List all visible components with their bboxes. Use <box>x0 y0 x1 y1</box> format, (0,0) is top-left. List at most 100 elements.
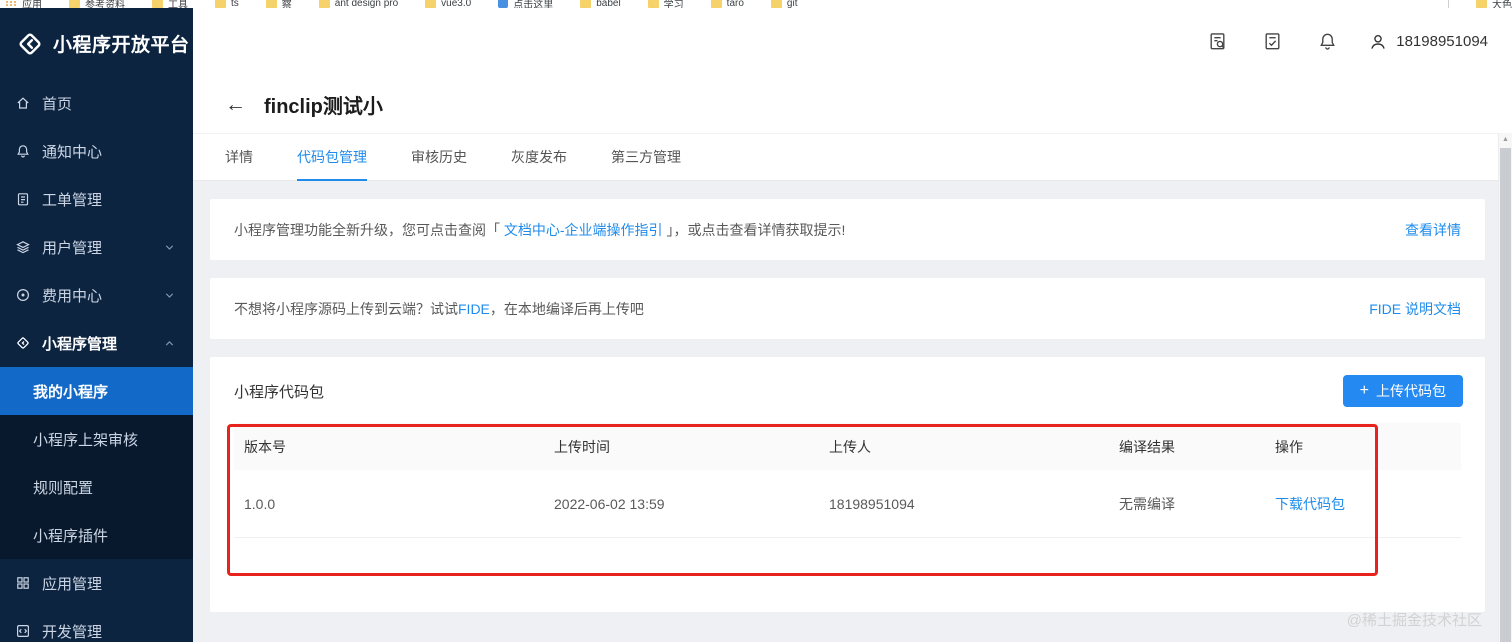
account-phone: 18198951094 <box>1396 33 1488 50</box>
bookmark-item[interactable]: git <box>770 0 797 8</box>
package-table: 版本号 上传时间 上传人 编译结果 操作 1.0.0 2022-06-02 13… <box>234 423 1461 538</box>
chevron-down-icon <box>165 292 174 298</box>
page-header: ← finclip测试小 详情 代码包管理 审核历史 灰度发布 第三方管理 <box>193 75 1512 181</box>
user-icon <box>1371 34 1386 49</box>
banner-text: 不想将小程序源码上传到云端？试试FIDE，在本地编译后再上传吧 <box>234 300 644 317</box>
bookmark-item[interactable]: 学习 <box>647 0 684 8</box>
sidebar-item-fee-center[interactable]: 费用中心 <box>0 271 193 319</box>
folder-icon <box>152 0 163 8</box>
platform-logo: 小程序开放平台 <box>0 8 193 79</box>
table-header-row: 版本号 上传时间 上传人 编译结果 操作 <box>234 423 1461 470</box>
plus-icon: + <box>1359 382 1369 399</box>
view-details-link[interactable]: 查看详情 <box>1405 220 1461 240</box>
audit-search-icon[interactable] <box>1207 31 1228 52</box>
bookmark-label: 应用 <box>22 0 42 8</box>
vertical-scrollbar[interactable]: ▲ <box>1498 133 1512 642</box>
folder-icon <box>580 0 592 8</box>
fide-link[interactable]: FIDE <box>458 301 490 317</box>
sidebar-subitem-my-miniapps[interactable]: 我的小程序 <box>0 367 193 415</box>
folder-icon <box>1476 0 1487 8</box>
tab-gray-release[interactable]: 灰度发布 <box>511 134 567 180</box>
sidebar-item-miniapp-management[interactable]: 小程序管理 <box>0 319 193 367</box>
table-row: 1.0.0 2022-06-02 13:59 18198951094 无需编译 … <box>234 470 1461 538</box>
col-version: 版本号 <box>244 438 286 455</box>
bookmark-item[interactable]: 参考资料 <box>69 0 125 8</box>
bookmark-item[interactable]: babel <box>580 0 621 8</box>
sidebar-item-notification-center[interactable]: 通知中心 <box>0 127 193 175</box>
col-uploader: 上传人 <box>829 438 871 455</box>
finclip-logo-icon <box>19 32 41 55</box>
banner-text: 小程序管理功能全新升级，您可点击查阅「 文档中心-企业端操作指引 」，或点击查看… <box>234 221 846 238</box>
sidebar-item-work-orders[interactable]: 工单管理 <box>0 175 193 223</box>
folder-icon <box>69 0 80 8</box>
topbar: 18198951094 <box>193 8 1512 75</box>
folder-icon <box>770 0 782 8</box>
tab-bar: 详情 代码包管理 审核历史 灰度发布 第三方管理 <box>193 133 1512 181</box>
miniapp-submenu: 我的小程序 小程序上架审核 规则配置 小程序插件 <box>0 367 193 559</box>
sidebar-item-user-management[interactable]: 用户管理 <box>0 223 193 271</box>
miniapp-icon <box>17 337 29 349</box>
main-area: 18198951094 ← finclip测试小 详情 代码包管理 审核历史 灰… <box>193 8 1512 642</box>
work-order-icon <box>17 193 29 206</box>
sidebar-subitem-miniapp-plugins[interactable]: 小程序插件 <box>0 511 193 559</box>
folder-icon <box>318 0 330 8</box>
card-title: 小程序代码包 <box>234 383 325 401</box>
chevron-down-icon <box>165 244 174 250</box>
tab-review-history[interactable]: 审核历史 <box>411 134 467 180</box>
order-list-icon[interactable] <box>1262 31 1283 52</box>
sidebar-item-app-management[interactable]: 应用管理 <box>0 559 193 607</box>
doc-center-link[interactable]: 文档中心-企业端操作指引 <box>504 222 663 238</box>
download-package-link[interactable]: 下载代码包 <box>1265 494 1461 514</box>
watermark: @稀土掘金技术社区 <box>1346 612 1482 629</box>
bookmark-item[interactable]: taro <box>710 0 744 8</box>
cell-version: 1.0.0 <box>244 495 276 512</box>
browser-bookmarks-bar: 应用 参考资料 工具 ts 察 ant design pro vue3.0 点击… <box>0 0 1512 8</box>
tab-code-package[interactable]: 代码包管理 <box>297 134 367 181</box>
bookmark-apps[interactable]: 应用 <box>6 0 42 8</box>
grid-icon <box>17 577 29 589</box>
account-chip[interactable]: 18198951094 <box>1368 32 1488 52</box>
notification-bell-icon[interactable] <box>1317 31 1338 52</box>
col-actions: 操作 <box>1275 438 1303 455</box>
folder-icon <box>215 0 226 8</box>
home-icon <box>17 97 29 109</box>
folder-icon <box>265 0 277 8</box>
apps-grid-icon <box>6 0 17 6</box>
bookmark-item[interactable]: vue3.0 <box>425 0 471 8</box>
code-package-card: 小程序代码包 + 上传代码包 版本号 上传时间 上传人 编译结果 操作 1.0.… <box>210 357 1485 612</box>
scrollbar-thumb[interactable] <box>1500 148 1511 642</box>
folder-icon <box>425 0 437 8</box>
bookmark-item[interactable] <box>1448 0 1449 8</box>
cell-uploader: 18198951094 <box>829 495 915 512</box>
tab-details[interactable]: 详情 <box>225 134 253 180</box>
cell-upload-time: 2022-06-02 13:59 <box>554 495 665 512</box>
code-icon <box>16 624 30 638</box>
content: ← finclip测试小 详情 代码包管理 审核历史 灰度发布 第三方管理 小程… <box>193 75 1512 642</box>
folder-icon <box>647 0 659 8</box>
chevron-up-icon <box>165 340 174 345</box>
bookmark-item[interactable]: 工具 <box>152 0 188 8</box>
tab-third-party[interactable]: 第三方管理 <box>611 134 681 180</box>
page-title: finclip测试小 <box>264 95 383 118</box>
bookmark-item[interactable]: 大色 <box>1476 0 1512 8</box>
col-upload-time: 上传时间 <box>554 438 610 455</box>
cell-compile-result: 无需编译 <box>1119 495 1175 512</box>
bookmark-item[interactable]: ant design pro <box>318 0 398 8</box>
upload-package-button[interactable]: + 上传代码包 <box>1342 375 1463 407</box>
sidebar-item-dev-management[interactable]: 开发管理 <box>0 607 193 642</box>
divider <box>1448 0 1449 8</box>
bookmark-item[interactable]: 点击这里 <box>498 0 553 8</box>
fide-notice-banner: 不想将小程序源码上传到云端？试试FIDE，在本地编译后再上传吧 FIDE 说明文… <box>210 278 1485 339</box>
back-arrow-icon[interactable]: ← <box>225 94 246 115</box>
shield-icon <box>498 0 509 8</box>
fide-doc-link[interactable]: FIDE 说明文档 <box>1369 299 1461 319</box>
scrollbar-up-arrow-icon[interactable]: ▲ <box>1499 133 1512 146</box>
sidebar-subitem-listing-review[interactable]: 小程序上架审核 <box>0 415 193 463</box>
layers-icon <box>16 241 30 254</box>
bell-icon <box>17 145 29 158</box>
sidebar-item-home[interactable]: 首页 <box>0 79 193 127</box>
bookmark-item[interactable]: ts <box>215 0 239 8</box>
sidebar-subitem-rule-config[interactable]: 规则配置 <box>0 463 193 511</box>
sidebar: 小程序开放平台 首页 通知中心 工单管理 用户管理 费用中心 小程序管理 我的小… <box>0 8 193 642</box>
bookmark-item[interactable]: 察 <box>265 0 292 8</box>
